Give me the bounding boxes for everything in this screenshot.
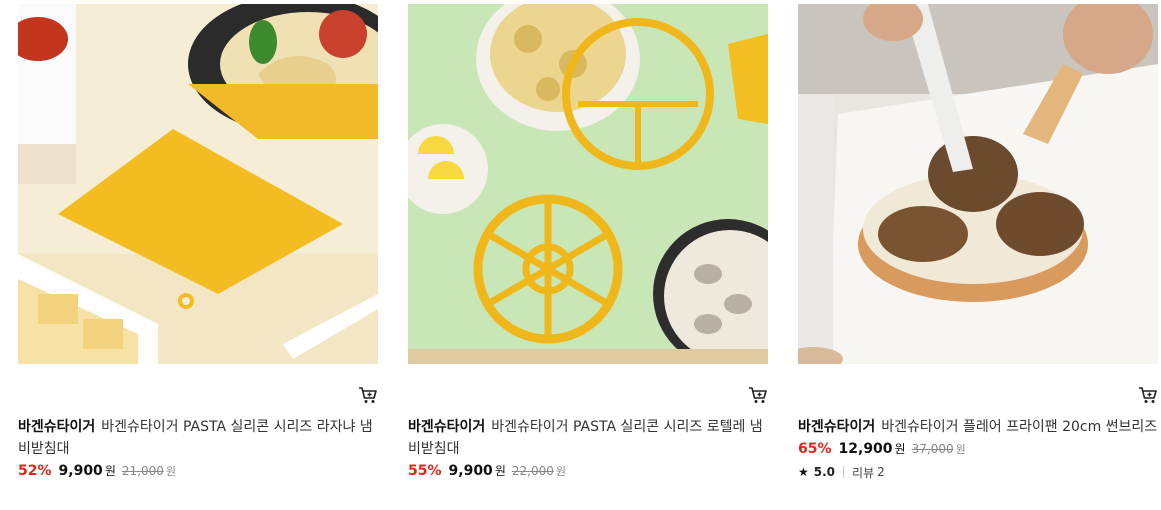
product-image: [18, 4, 378, 364]
price-unit: 원: [894, 442, 906, 456]
cart-icon[interactable]: [358, 386, 378, 404]
rating-value: 5.0: [813, 465, 836, 479]
star-icon: ★: [798, 465, 809, 479]
product-image-link[interactable]: [408, 4, 768, 364]
product-card: 바겐슈타이거 바겐슈타이거 PASTA 실리콘 시리즈 로텔레 냄비받침대 55%…: [408, 4, 768, 484]
original-price: 21,000: [121, 464, 164, 478]
price-unit: 원: [104, 464, 116, 478]
price-row: 52% 9,900 원 21,000 원: [18, 462, 378, 484]
original-price: 37,000: [911, 442, 954, 456]
product-image-link[interactable]: [18, 4, 378, 364]
product-card: 바겐슈타이거 바겐슈타이거 플레어 프라이팬 20cm 썬브리즈 65% 12,9…: [798, 4, 1158, 482]
product-image: [408, 4, 768, 364]
review-label: 리뷰: [852, 465, 875, 480]
product-name: 바겐슈타이거 플레어 프라이팬 20cm 썬브리즈: [881, 419, 1158, 435]
product-title-link[interactable]: 바겐슈타이거 바겐슈타이거 플레어 프라이팬 20cm 썬브리즈: [798, 416, 1158, 438]
price-row: 65% 12,900 원 37,000 원: [798, 440, 1158, 462]
original-price-unit: 원: [955, 443, 966, 456]
cart-icon[interactable]: [1138, 386, 1158, 404]
sale-price: 9,900: [448, 463, 493, 479]
product-title-link[interactable]: 바겐슈타이거 바겐슈타이거 PASTA 실리콘 시리즈 로텔레 냄비받침대: [408, 416, 768, 460]
product-card: 바겐슈타이거 바겐슈타이거 PASTA 실리콘 시리즈 라자냐 냄비받침대 52%…: [18, 4, 378, 484]
product-brand: 바겐슈타이거: [798, 419, 876, 435]
product-image-link[interactable]: [798, 4, 1158, 364]
sale-price: 9,900: [58, 463, 103, 479]
discount-rate: 65%: [798, 441, 832, 457]
product-title-link[interactable]: 바겐슈타이거 바겐슈타이거 PASTA 실리콘 시리즈 라자냐 냄비받침대: [18, 416, 378, 460]
cart-icon[interactable]: [748, 386, 768, 404]
divider: [843, 466, 845, 478]
product-brand: 바겐슈타이거: [408, 419, 486, 435]
price-row: 55% 9,900 원 22,000 원: [408, 462, 768, 484]
original-price-unit: 원: [555, 465, 566, 478]
product-grid: 바겐슈타이거 바겐슈타이거 PASTA 실리콘 시리즈 라자냐 냄비받침대 52%…: [18, 4, 1158, 510]
review-row: ★ 5.0 리뷰 2: [798, 462, 1158, 482]
product-image: [798, 4, 1158, 364]
discount-rate: 52%: [18, 463, 52, 479]
sale-price: 12,900: [838, 441, 893, 457]
original-price-unit: 원: [165, 465, 176, 478]
review-count: 2: [877, 465, 885, 479]
product-brand: 바겐슈타이거: [18, 419, 96, 435]
price-unit: 원: [494, 464, 506, 478]
discount-rate: 55%: [408, 463, 442, 479]
original-price: 22,000: [511, 464, 554, 478]
